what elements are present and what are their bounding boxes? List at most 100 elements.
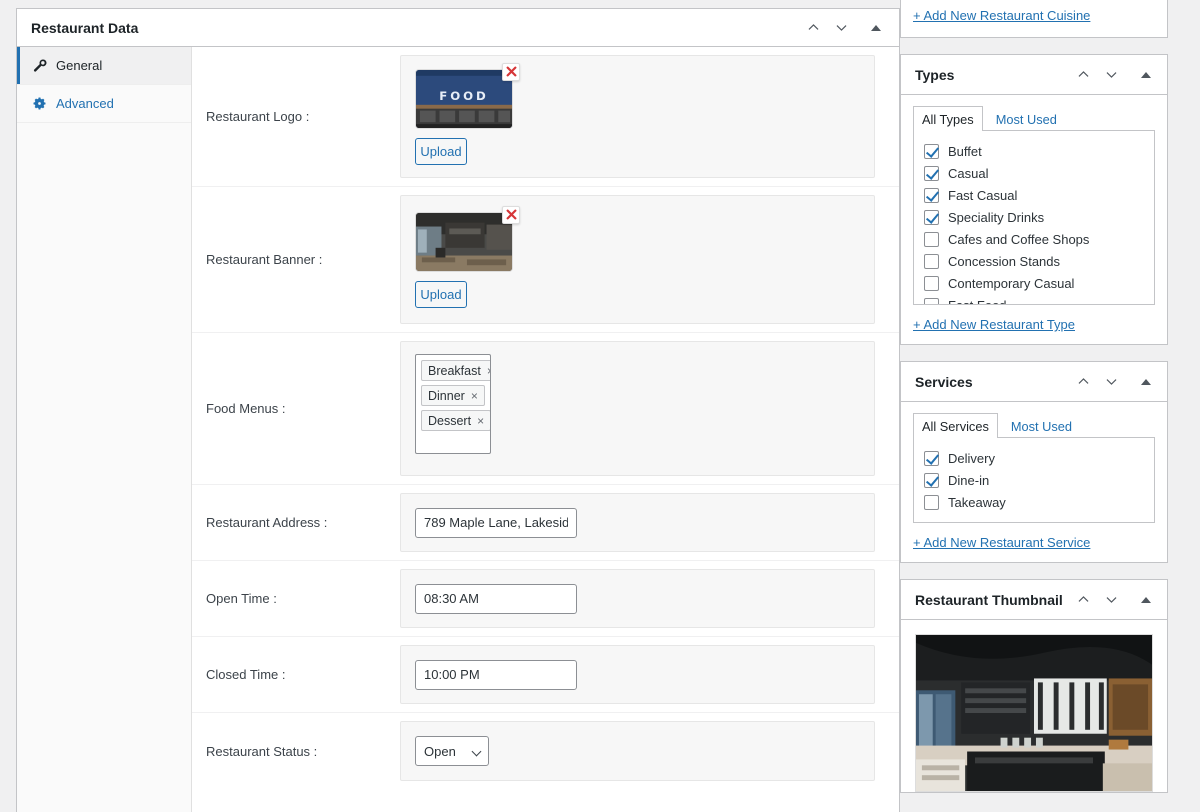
list-item[interactable]: Buffet (924, 140, 1144, 162)
list-item[interactable]: Fast Casual (924, 184, 1144, 206)
restaurant-thumbnail-panel: Restaurant Thumbnail (900, 579, 1168, 793)
tab-advanced[interactable]: Advanced (17, 85, 191, 123)
settings-tab-rail: General Advanced (17, 47, 192, 812)
upload-banner-button[interactable]: Upload (415, 281, 467, 308)
types-checkbox[interactable] (924, 276, 939, 291)
move-up-icon[interactable] (1070, 62, 1096, 88)
types-checkbox[interactable] (924, 298, 939, 306)
restaurant-status-select[interactable]: Open Closed (415, 736, 489, 766)
add-new-restaurant-service-link[interactable]: + Add New Restaurant Service (913, 535, 1090, 550)
list-item[interactable]: Dine-in (924, 469, 1144, 491)
chip-label: Dessert (428, 414, 471, 428)
open-time-control (400, 569, 875, 628)
chip-remove-icon[interactable]: × (477, 414, 484, 428)
field-food-menus: Food Menus : Breakfast × Dinner × (192, 333, 899, 485)
add-new-restaurant-cuisine-link[interactable]: + Add New Restaurant Cuisine (913, 8, 1090, 23)
tab-general[interactable]: General (17, 47, 191, 85)
tab-all-types[interactable]: All Types (913, 106, 983, 131)
list-item[interactable]: Contemporary Casual (924, 272, 1144, 294)
thumbnail-panel-title: Restaurant Thumbnail (915, 592, 1070, 608)
list-item-label: Buffet (948, 144, 982, 159)
fields-container: Restaurant Logo : (192, 47, 899, 812)
restaurant-status-control: Open Closed (400, 721, 875, 781)
move-up-icon[interactable] (800, 15, 826, 41)
chip-label: Dinner (428, 389, 465, 403)
move-up-icon[interactable] (1070, 369, 1096, 395)
restaurant-thumbnail-image[interactable] (915, 634, 1153, 792)
types-checkbox[interactable] (924, 210, 939, 225)
tab-most-used-types[interactable]: Most Used (987, 106, 1066, 131)
services-panel-header: Services (901, 362, 1167, 402)
types-checkbox[interactable] (924, 188, 939, 203)
services-panel-body: All Services Most Used Delivery Dine-in … (901, 402, 1167, 562)
types-checkbox-list[interactable]: Buffet Casual Fast Casual Speciality Dri… (913, 131, 1155, 305)
wrench-icon (32, 58, 47, 73)
tab-all-services[interactable]: All Services (913, 413, 998, 438)
list-item[interactable]: Fast Food (924, 294, 1144, 305)
banner-thumbnail-image[interactable] (415, 212, 513, 272)
types-checkbox[interactable] (924, 144, 939, 159)
services-checkbox[interactable] (924, 451, 939, 466)
move-down-icon[interactable] (1098, 587, 1124, 613)
restaurant-status-select-wrap: Open Closed (415, 736, 489, 766)
closed-time-label: Closed Time : (192, 637, 400, 712)
restaurant-address-label: Restaurant Address : (192, 485, 400, 560)
move-down-icon[interactable] (828, 15, 854, 41)
food-menus-label: Food Menus : (192, 333, 400, 484)
toggle-panel-icon[interactable] (1133, 587, 1159, 613)
list-item[interactable]: Casual (924, 162, 1144, 184)
field-restaurant-status: Restaurant Status : Open Closed (192, 713, 899, 789)
types-panel-controls (1070, 62, 1159, 88)
list-item[interactable]: Delivery (924, 447, 1144, 469)
list-item-label: Casual (948, 166, 988, 181)
list-item[interactable]: Speciality Drinks (924, 206, 1144, 228)
services-checkbox[interactable] (924, 473, 939, 488)
move-up-icon[interactable] (1070, 587, 1096, 613)
list-item-label: Fast Casual (948, 188, 1017, 203)
services-panel-controls (1070, 369, 1159, 395)
chip-item: Breakfast × (421, 360, 491, 381)
open-time-input[interactable] (415, 584, 577, 614)
chip-remove-icon[interactable]: × (471, 389, 478, 403)
services-checkbox-list[interactable]: Delivery Dine-in Takeaway (913, 438, 1155, 523)
thumbnail-panel-header: Restaurant Thumbnail (901, 580, 1167, 620)
list-item[interactable]: Takeaway (924, 491, 1144, 513)
food-menus-chip-list[interactable]: Breakfast × Dinner × Dessert × (415, 354, 491, 454)
toggle-panel-icon[interactable] (1133, 62, 1159, 88)
tab-general-label: General (56, 58, 102, 73)
restaurant-data-metabox: Restaurant Data (16, 8, 900, 812)
types-panel-header: Types (901, 55, 1167, 95)
list-item[interactable]: Cafes and Coffee Shops (924, 228, 1144, 250)
types-checkbox[interactable] (924, 232, 939, 247)
banner-media-box: Upload (415, 212, 513, 308)
move-down-icon[interactable] (1098, 62, 1124, 88)
chip-label: Breakfast (428, 364, 481, 378)
upload-logo-button[interactable]: Upload (415, 138, 467, 165)
chip-remove-icon[interactable]: × (487, 364, 491, 378)
list-item-label: Contemporary Casual (948, 276, 1074, 291)
types-checkbox[interactable] (924, 166, 939, 181)
remove-banner-icon[interactable] (502, 206, 520, 224)
field-closed-time: Closed Time : (192, 637, 899, 713)
closed-time-control (400, 645, 875, 704)
list-item[interactable]: Concession Stands (924, 250, 1144, 272)
list-item-label: Speciality Drinks (948, 210, 1044, 225)
thumbnail-panel-body (901, 620, 1167, 792)
add-new-restaurant-type-link[interactable]: + Add New Restaurant Type (913, 317, 1075, 332)
toggle-panel-icon[interactable] (1133, 369, 1159, 395)
types-checkbox[interactable] (924, 254, 939, 269)
services-checkbox[interactable] (924, 495, 939, 510)
admin-screen: Restaurant Data (0, 0, 1200, 812)
toggle-panel-icon[interactable] (863, 15, 889, 41)
restaurant-status-label: Restaurant Status : (192, 713, 400, 789)
tab-most-used-services[interactable]: Most Used (1002, 413, 1081, 438)
closed-time-input[interactable] (415, 660, 577, 690)
field-restaurant-address: Restaurant Address : (192, 485, 899, 561)
move-down-icon[interactable] (1098, 369, 1124, 395)
logo-thumbnail-image[interactable]: FOOD (415, 69, 513, 129)
list-item-label: Delivery (948, 451, 995, 466)
remove-logo-icon[interactable] (502, 63, 520, 81)
banner-thumbnail-wrap (415, 212, 513, 272)
types-tabs: All Types Most Used (913, 95, 1155, 131)
restaurant-address-input[interactable] (415, 508, 577, 538)
